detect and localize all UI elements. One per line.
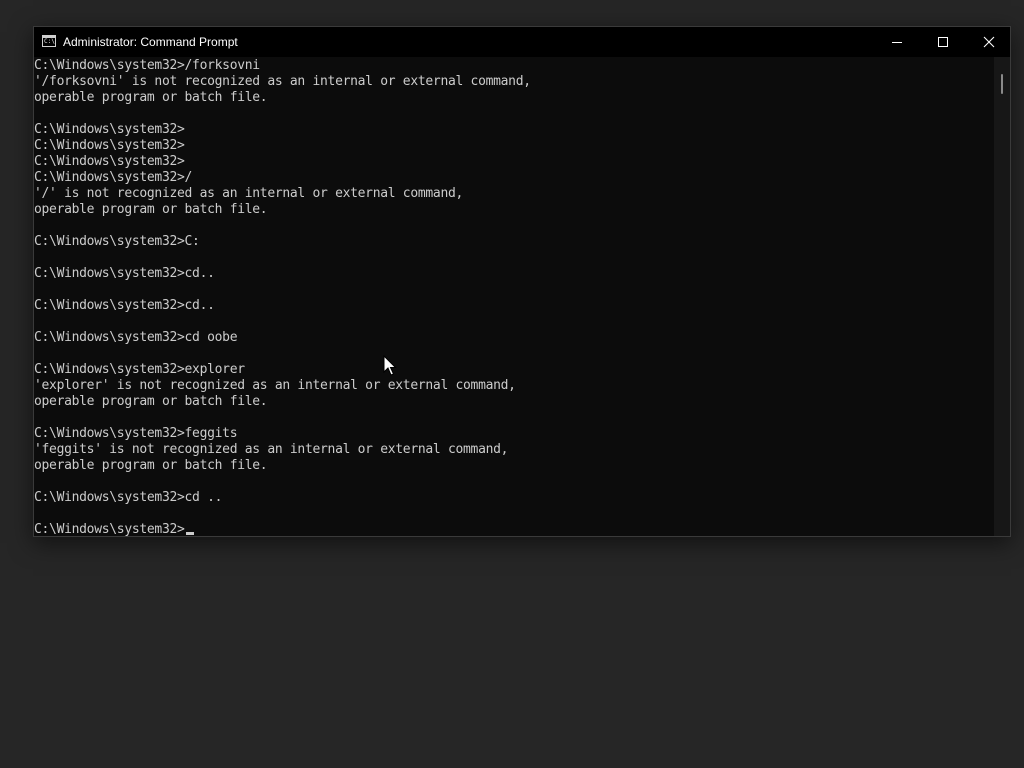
console-line: C:\Windows\system32>/forksovni: [34, 58, 260, 73]
vertical-scrollbar[interactable]: [994, 57, 1010, 536]
console-line: C:\Windows\system32>cd..: [34, 298, 215, 313]
console-line: C:\Windows\system32>: [34, 122, 185, 137]
console-line: operable program or batch file.: [34, 458, 268, 473]
minimize-icon: [892, 42, 902, 43]
command-prompt-window[interactable]: C:\ Administrator: Command Prompt C:\Win…: [33, 26, 1011, 537]
console-line: 'explorer' is not recognized as an inter…: [34, 378, 516, 393]
console-line: C:\Windows\system32>: [34, 154, 185, 169]
cmd-icon-glyph: C:\: [44, 38, 55, 45]
current-prompt-line[interactable]: C:\Windows\system32>: [34, 522, 194, 536]
console-line: C:\Windows\system32>feggits: [34, 426, 238, 441]
close-icon: [983, 36, 995, 48]
mouse-pointer-icon: [383, 355, 397, 376]
console-line: '/forksovni' is not recognized as an int…: [34, 74, 531, 89]
desktop: C:\ Administrator: Command Prompt C:\Win…: [0, 0, 1024, 768]
console-line: C:\Windows\system32>explorer: [34, 362, 245, 377]
console-line: operable program or batch file.: [34, 202, 268, 217]
console-line: operable program or batch file.: [34, 90, 268, 105]
maximize-button[interactable]: [920, 27, 966, 57]
cmd-icon: C:\: [42, 35, 56, 47]
current-prompt: C:\Windows\system32>: [34, 522, 185, 536]
close-button[interactable]: [966, 27, 1012, 57]
console-line: operable program or batch file.: [34, 394, 268, 409]
maximize-icon: [938, 37, 948, 47]
console-line: C:\Windows\system32>cd ..: [34, 490, 223, 505]
console-line: C:\Windows\system32>cd oobe: [34, 330, 238, 345]
console-line: C:\Windows\system32>: [34, 138, 185, 153]
minimize-button[interactable]: [874, 27, 920, 57]
console-line: C:\Windows\system32>cd..: [34, 266, 215, 281]
console-line: C:\Windows\system32>C:: [34, 234, 200, 249]
window-title: Administrator: Command Prompt: [63, 35, 238, 49]
scrollbar-thumb[interactable]: [1001, 74, 1003, 94]
title-bar[interactable]: C:\ Administrator: Command Prompt: [34, 27, 1010, 57]
console-output[interactable]: C:\Windows\system32>/forksovni '/forksov…: [34, 57, 994, 536]
console-line: '/' is not recognized as an internal or …: [34, 186, 464, 201]
console-line: C:\Windows\system32>/: [34, 170, 193, 185]
console-line: 'feggits' is not recognized as an intern…: [34, 442, 509, 457]
text-cursor: [185, 532, 194, 535]
